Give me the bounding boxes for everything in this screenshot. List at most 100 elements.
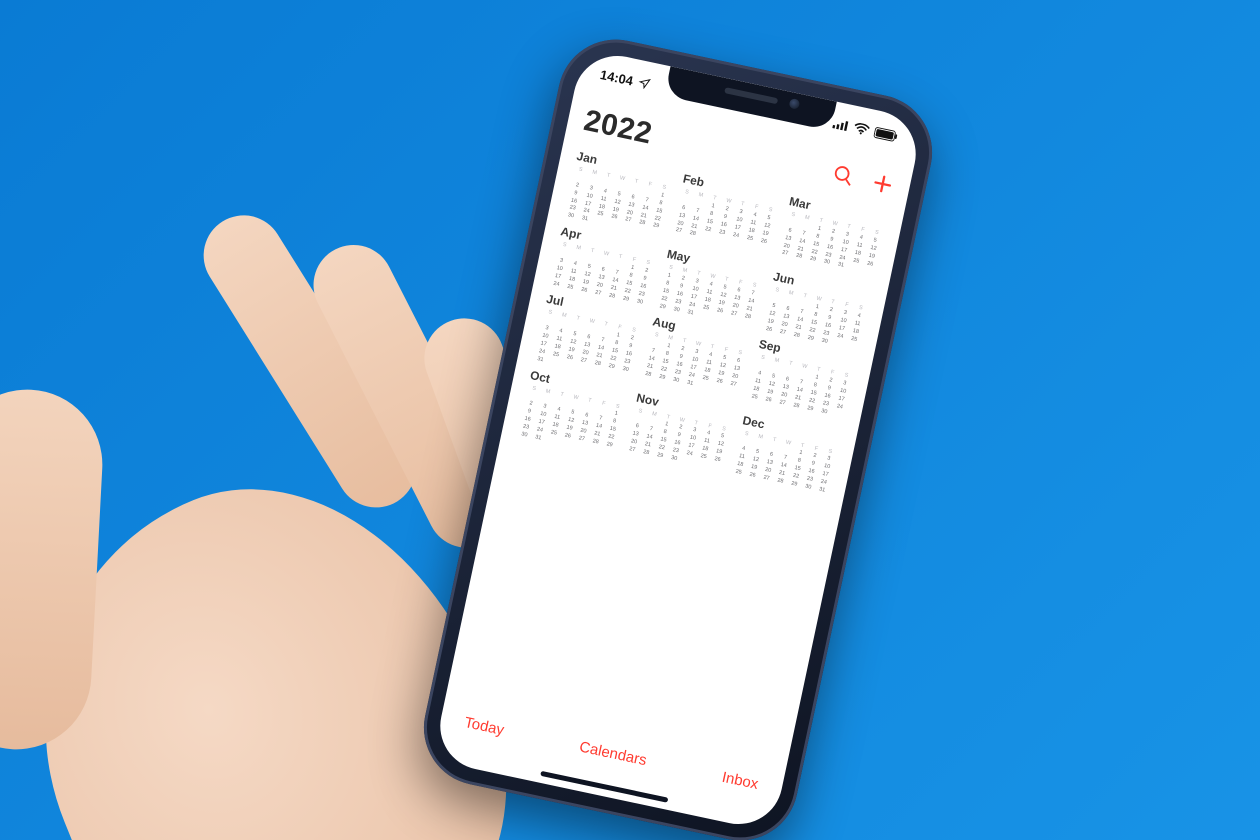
day-cell[interactable]: 30 [564,212,578,221]
day-cell[interactable]: 24 [549,280,563,289]
add-icon[interactable] [870,171,896,197]
day-cell[interactable]: 28 [789,401,803,410]
day-cell[interactable]: 28 [741,312,755,321]
month-mar[interactable]: MarSMTWTFS123456789101112131415161718192… [776,194,887,284]
day-cell[interactable]: 25 [696,452,710,461]
day-cell[interactable]: 29 [655,302,669,311]
day-cell[interactable]: 22 [701,225,715,234]
search-icon[interactable] [831,163,857,189]
day-cell[interactable]: 26 [607,213,621,222]
day-cell[interactable]: 25 [743,234,757,243]
day-cell[interactable]: 25 [847,335,861,344]
day-cell[interactable]: 28 [792,252,806,261]
inbox-button[interactable]: Inbox [721,768,760,792]
day-cell[interactable]: 27 [577,356,591,365]
day-cell[interactable]: 25 [549,350,563,359]
day-cell[interactable]: 27 [591,288,605,297]
day-cell[interactable]: 25 [849,256,863,265]
day-cell[interactable]: 29 [806,255,820,264]
day-cell[interactable]: 28 [605,291,619,300]
day-cell[interactable]: 25 [547,429,561,438]
today-button[interactable]: Today [463,714,506,739]
day-cell[interactable]: 30 [801,483,815,492]
day-cell[interactable]: 26 [713,306,727,315]
day-cell[interactable]: 29 [619,294,633,303]
day-cell[interactable]: 26 [757,237,771,246]
day-cell[interactable]: 31 [833,261,847,270]
day-cell[interactable]: 30 [669,376,683,385]
calendars-button[interactable]: Calendars [578,738,648,769]
day-cell[interactable]: 27 [621,216,635,225]
day-cell[interactable]: 26 [761,395,775,404]
day-cell[interactable]: 29 [653,451,667,460]
day-cell[interactable]: 26 [563,353,577,362]
day-cell[interactable]: 27 [759,474,773,483]
day-cell[interactable]: 27 [727,309,741,318]
day-cell[interactable]: 29 [787,480,801,489]
day-cell[interactable]: 26 [863,259,877,268]
day-cell[interactable]: 31 [683,379,697,388]
day-cell[interactable]: 29 [602,440,616,449]
day-cell[interactable]: 29 [655,373,669,382]
day-cell[interactable]: 27 [776,328,790,337]
day-cell[interactable]: 27 [778,249,792,258]
day-cell[interactable]: 27 [671,227,685,236]
day-cell[interactable]: 30 [517,430,531,439]
day-cell[interactable]: 24 [833,332,847,341]
month-may[interactable]: MaySMTWTFS123456789101112131415161718192… [655,247,765,329]
month-nov[interactable]: NovSMTWTFS123456789101112131415161718192… [623,390,734,480]
month-dec[interactable]: DecSMTWTFS123456789101112131415161718192… [730,413,841,503]
day-cell[interactable]: 28 [641,370,655,379]
day-cell[interactable]: 29 [804,334,818,343]
day-cell[interactable]: 26 [745,471,759,480]
day-cell[interactable]: 25 [747,392,761,401]
month-oct[interactable]: OctSMTWTFS123456789101112131415161718192… [517,368,628,458]
day-cell[interactable]: 25 [698,374,712,383]
day-cell[interactable]: 24 [682,449,696,458]
day-cell[interactable]: 27 [726,380,740,389]
month-jan[interactable]: JanSMTWTFS123456789101112131415161718192… [564,149,675,239]
day-cell[interactable]: 26 [762,325,776,334]
calendar-year-view[interactable]: 2022 JanSMTWTFS1234567891011121314151617… [446,91,914,766]
day-cell[interactable]: 30 [817,337,831,346]
day-cell[interactable]: 28 [639,448,653,457]
day-cell[interactable]: 24 [833,402,847,411]
month-jun[interactable]: JunSMTWTFS123456789101112131415161718192… [762,270,872,352]
day-cell[interactable]: 27 [625,445,639,454]
day-cell[interactable]: 25 [699,303,713,312]
day-cell[interactable]: 31 [533,355,547,364]
month-feb[interactable]: FebSMTWTFS123456789101112131415161718192… [670,172,781,262]
day-cell[interactable]: 29 [604,362,618,371]
day-cell[interactable]: 29 [803,404,817,413]
day-cell[interactable]: 31 [531,433,545,442]
day-cell[interactable]: 24 [729,231,743,240]
day-cell[interactable]: 23 [715,228,729,237]
day-cell[interactable]: 28 [790,331,804,340]
day-cell[interactable]: 30 [669,305,683,314]
month-apr[interactable]: AprSMTWTFS123456789101112131415161718192… [549,224,659,306]
day-cell[interactable]: 30 [633,297,647,306]
day-cell[interactable]: 25 [563,282,577,291]
day-cell[interactable]: 25 [731,468,745,477]
day-cell[interactable]: 30 [667,454,681,463]
day-cell[interactable]: 26 [712,377,726,386]
day-cell[interactable]: 31 [815,486,829,495]
day-cell[interactable]: 28 [635,219,649,228]
month-jul[interactable]: JulSMTWTFS123456789101112131415161718192… [533,292,644,382]
day-cell[interactable]: 30 [820,258,834,267]
month-sep[interactable]: SepSMTWTFS123456789101112131415161718192… [746,337,857,427]
day-cell[interactable]: 28 [685,230,699,239]
day-cell[interactable]: 25 [593,210,607,219]
day-cell[interactable]: 29 [649,222,663,231]
day-cell[interactable]: 28 [588,437,602,446]
day-cell[interactable]: 27 [775,398,789,407]
day-cell[interactable]: 28 [590,359,604,368]
day-cell[interactable]: 30 [817,407,831,416]
day-cell[interactable]: 26 [560,432,574,441]
day-cell[interactable]: 31 [577,215,591,224]
day-cell[interactable]: 31 [683,308,697,317]
day-cell[interactable]: 30 [618,365,632,374]
day-cell[interactable]: 26 [577,285,591,294]
day-cell[interactable]: 27 [574,435,588,444]
day-cell[interactable]: 28 [773,477,787,486]
